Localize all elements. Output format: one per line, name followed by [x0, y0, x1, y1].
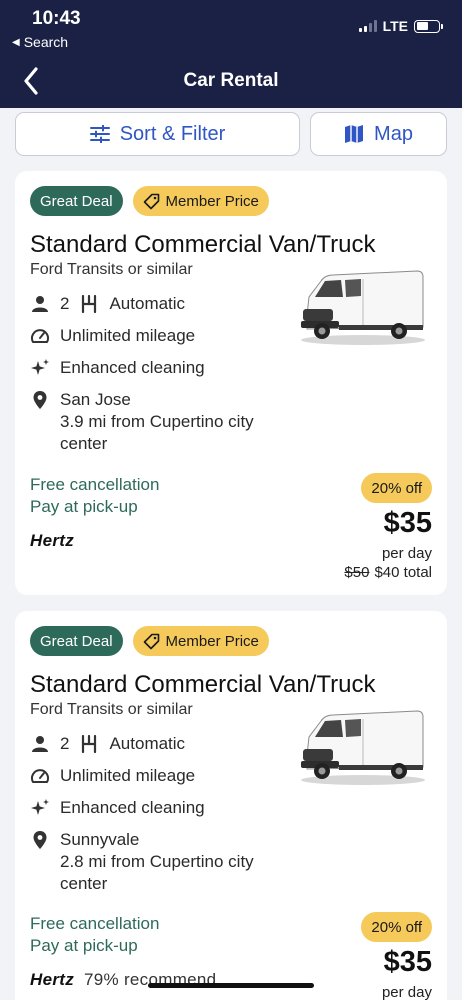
- feature-list: 2 Automatic Unlimited mileage Enhanced c…: [30, 293, 300, 455]
- car-model-subtitle: Ford Transits or similar: [30, 261, 193, 278]
- person-icon: [30, 733, 50, 755]
- transmission-label: Automatic: [109, 734, 186, 753]
- mileage-label: Unlimited mileage: [60, 766, 196, 785]
- location-name: San Jose: [60, 390, 131, 409]
- map-label: Map: [374, 122, 413, 145]
- page-title: Car Rental: [183, 70, 279, 91]
- vendor-name: Hertz: [30, 970, 75, 989]
- per-day-label: per day: [381, 984, 432, 1000]
- great-deal-badge: Great Deal: [30, 186, 123, 216]
- cleaning-label: Enhanced cleaning: [60, 798, 205, 817]
- battery-icon: [414, 19, 443, 33]
- location-pin-icon: [30, 389, 50, 411]
- tag-icon: [143, 633, 159, 649]
- discounted-total: $40 total: [374, 564, 432, 581]
- location-pin-icon: [30, 829, 50, 851]
- app-header: 10:43 ◀ Search LTE Car Rental: [0, 0, 462, 108]
- signal-icon: [358, 20, 377, 32]
- discount-badge: 20% off: [361, 912, 432, 942]
- car-class-title: Standard Commercial Van/Truck: [30, 671, 376, 698]
- seats-transmission-row: 2 Automatic: [30, 293, 300, 325]
- sort-filter-label: Sort & Filter: [119, 122, 226, 145]
- daily-price: $35: [383, 507, 432, 539]
- total-price: $50 $40 total: [344, 564, 432, 581]
- badge-group: Great Deal Member Price: [30, 186, 269, 216]
- location-name: Sunnyvale: [60, 830, 140, 849]
- map-button[interactable]: Map: [310, 112, 447, 156]
- discount-badge: 20% off: [361, 473, 432, 503]
- sliders-icon: [89, 125, 110, 143]
- person-icon: [30, 293, 50, 315]
- feature-list: 2 Automatic Unlimited mileage Enhanced c…: [30, 733, 300, 895]
- status-time: 10:43: [32, 8, 81, 29]
- sparkle-icon: [30, 797, 50, 819]
- network-label: LTE: [382, 18, 408, 34]
- rental-listing-card[interactable]: Great Deal Member Price Standard Commerc…: [15, 171, 447, 595]
- back-to-app[interactable]: ◀ Search: [12, 34, 68, 50]
- sort-filter-button[interactable]: Sort & Filter: [15, 112, 300, 156]
- seat-count: 2: [60, 294, 70, 313]
- speedometer-icon: [30, 765, 50, 787]
- great-deal-badge: Great Deal: [30, 626, 123, 656]
- car-rental-screen: 10:43 ◀ Search LTE Car Rental Sort & Fil…: [0, 0, 462, 1000]
- gearshift-icon: [79, 733, 99, 755]
- back-app-label: Search: [23, 34, 69, 50]
- seats-transmission-row: 2 Automatic: [30, 733, 300, 765]
- mileage-row: Unlimited mileage: [30, 765, 300, 797]
- speedometer-icon: [30, 325, 50, 347]
- cleaning-label: Enhanced cleaning: [60, 358, 205, 377]
- results-toolbar: Sort & Filter Map: [15, 112, 447, 156]
- free-cancellation-label: Free cancellation: [30, 914, 160, 933]
- daily-price: $35: [383, 946, 432, 978]
- member-price-badge: Member Price: [132, 186, 269, 216]
- status-indicators: LTE: [358, 18, 443, 34]
- member-price-badge: Member Price: [132, 626, 269, 656]
- cleaning-row: Enhanced cleaning: [30, 357, 300, 389]
- tag-icon: [143, 193, 159, 209]
- location-distance-cont: center: [60, 874, 108, 893]
- gearshift-icon: [79, 293, 99, 315]
- mileage-label: Unlimited mileage: [60, 326, 196, 345]
- home-indicator: [148, 983, 314, 988]
- sparkle-icon: [30, 357, 50, 379]
- back-triangle-icon: ◀: [12, 36, 20, 48]
- location-distance: 3.9 mi from Cupertino city: [60, 412, 254, 431]
- location-distance: 2.8 mi from Cupertino city: [60, 852, 254, 871]
- seat-count: 2: [60, 734, 70, 753]
- location-row: San Jose 3.9 mi from Cupertino city cent…: [30, 389, 300, 455]
- member-price-label: Member Price: [165, 192, 259, 210]
- per-day-label: per day: [381, 545, 432, 562]
- location-distance-cont: center: [60, 434, 108, 453]
- van-image: [301, 710, 425, 785]
- car-model-subtitle: Ford Transits or similar: [30, 701, 193, 718]
- van-image: [301, 270, 425, 345]
- member-price-label: Member Price: [165, 632, 259, 650]
- cleaning-row: Enhanced cleaning: [30, 797, 300, 829]
- vendor-logo-hertz: Hertz: [30, 531, 75, 550]
- rental-listing-card[interactable]: Great Deal Member Price Standard Commerc…: [15, 611, 447, 1000]
- mileage-row: Unlimited mileage: [30, 325, 300, 357]
- car-class-title: Standard Commercial Van/Truck: [30, 231, 376, 258]
- location-row: Sunnyvale 2.8 mi from Cupertino city cen…: [30, 829, 300, 895]
- free-cancellation-label: Free cancellation: [30, 475, 160, 494]
- pay-at-pickup-label: Pay at pick-up: [30, 936, 138, 955]
- pay-at-pickup-label: Pay at pick-up: [30, 497, 138, 516]
- transmission-label: Automatic: [109, 294, 186, 313]
- original-total: $50: [344, 564, 370, 581]
- map-icon: [345, 125, 364, 143]
- badge-group: Great Deal Member Price: [30, 626, 269, 656]
